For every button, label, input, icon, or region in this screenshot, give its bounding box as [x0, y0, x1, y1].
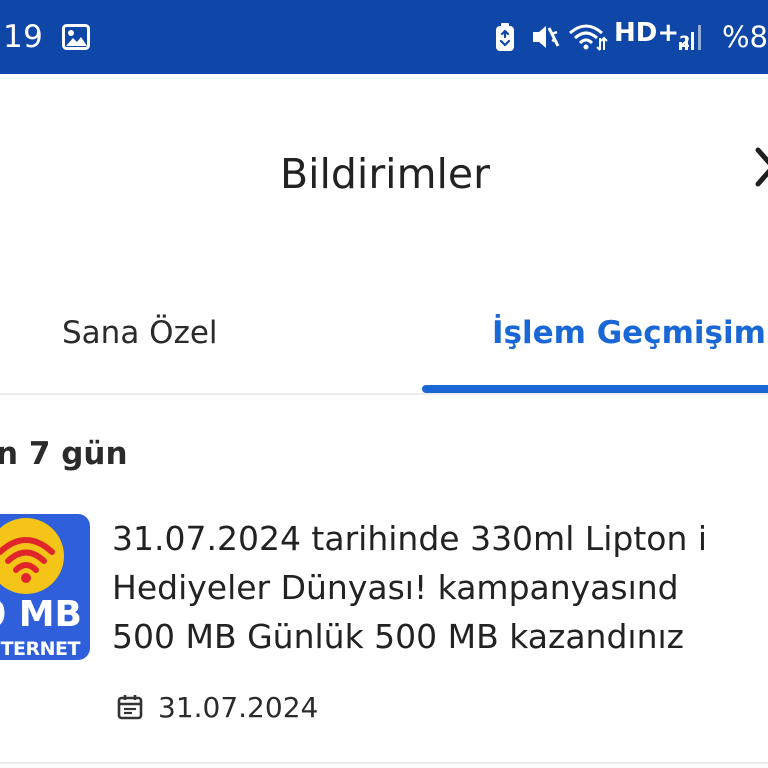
calendar-icon — [117, 695, 143, 720]
network-label: HD+ — [614, 18, 680, 48]
status-bar: :19 — [0, 0, 768, 74]
tabs-divider — [0, 393, 768, 395]
mute-icon — [533, 26, 560, 48]
notification-line-3: 500 MB Günlük 500 MB kazandınız — [112, 617, 684, 656]
gallery-icon — [62, 24, 90, 50]
page-title: Bildirimler — [280, 150, 490, 198]
notification-thumbnail[interactable]: 0 MB TERNET — [0, 514, 90, 660]
thumbnail-amount: 0 MB — [0, 594, 82, 635]
tab-sana-ozel[interactable]: Sana Özel — [62, 310, 218, 356]
tab-bar: Sana Özel İşlem Geçmişim — [0, 290, 768, 396]
battery-saver-icon — [496, 23, 514, 51]
notification-line-1: 31.07.2024 tarihinde 330ml Lipton i — [112, 519, 708, 558]
section-heading: n 7 gün — [0, 436, 128, 472]
wifi-icon — [569, 24, 608, 51]
close-icon[interactable] — [748, 140, 768, 196]
notification-date: 31.07.2024 — [158, 691, 319, 724]
notification-message[interactable]: 31.07.2024 tarihinde 330ml Lipton i Hedi… — [112, 514, 768, 661]
battery-percent: %84 — [722, 20, 768, 54]
list-divider — [0, 762, 768, 764]
tab-islem-gecmisim[interactable]: İşlem Geçmişim — [492, 310, 766, 356]
wifi-badge-icon — [0, 518, 64, 594]
notifications-screen: :19 — [0, 0, 768, 768]
active-tab-indicator — [422, 385, 768, 393]
status-time: :19 — [0, 19, 44, 55]
notification-line-2: Hediyeler Dünyası! kampanyasınd — [112, 568, 679, 607]
signal-icon — [679, 25, 701, 50]
thumbnail-label: TERNET — [0, 638, 81, 660]
